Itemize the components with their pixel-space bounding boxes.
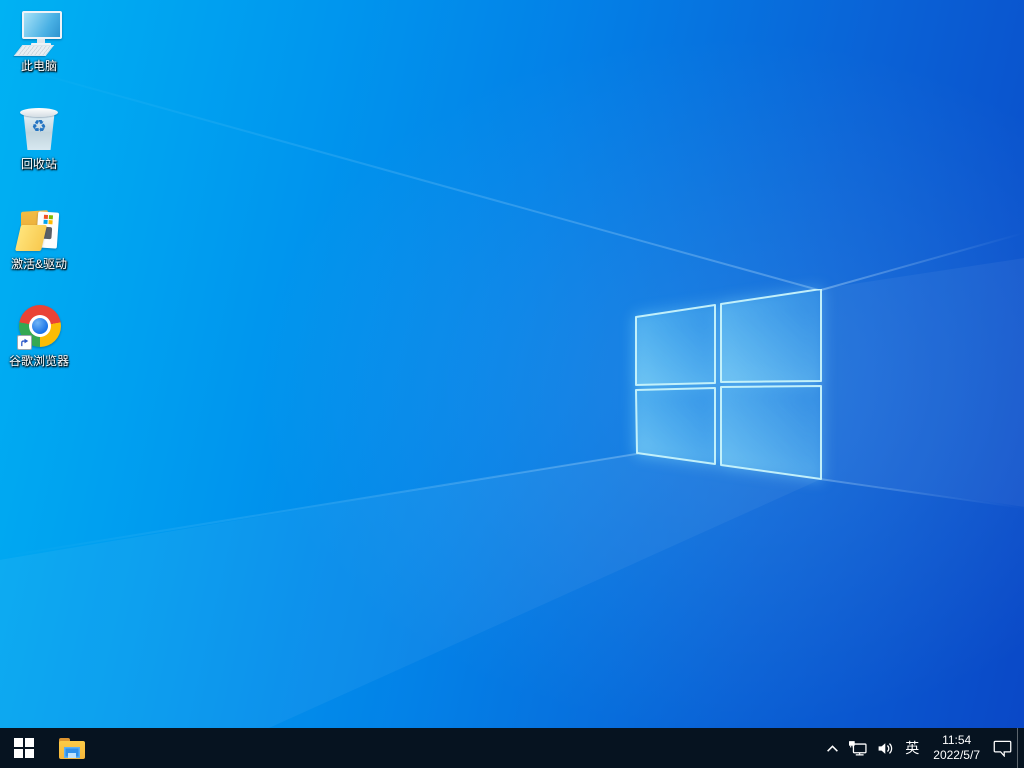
start-button[interactable]: [0, 728, 48, 768]
taskbar: 英 11:54 2022/5/7: [0, 728, 1024, 768]
wallpaper-light-beam: [0, 453, 820, 768]
clock-date: 2022/5/7: [933, 748, 980, 762]
windows-flag-logo: [635, 289, 822, 480]
shortcut-arrow-icon: [17, 335, 32, 350]
chevron-up-icon: [827, 744, 839, 752]
desktop-icon-label: 激活&驱动: [10, 257, 67, 271]
clock-time: 11:54: [942, 733, 972, 747]
network-button[interactable]: [844, 728, 872, 768]
system-tray: 英 11:54 2022/5/7: [821, 728, 1024, 768]
wallpaper-light-ray: [819, 478, 1024, 510]
volume-button[interactable]: [872, 728, 899, 768]
desktop-icon-recycle-bin[interactable]: ♻ 回收站: [1, 106, 77, 171]
speech-bubble-icon: [993, 740, 1012, 757]
wallpaper-light-ray: [0, 452, 638, 558]
desktop-icon-label: 谷歌浏览器: [8, 354, 69, 368]
recycle-bin-icon: ♻: [9, 106, 69, 154]
show-desktop-button[interactable]: [1017, 728, 1024, 768]
speaker-icon: [878, 742, 893, 754]
chrome-icon: [9, 303, 69, 351]
desktop-surface: 此电脑 ♻ 回收站 激活&驱动 谷歌浏览器 英 11:54 2022/5/7: [0, 0, 1024, 768]
taskbar-clock[interactable]: 11:54 2022/5/7: [925, 733, 988, 763]
windows-logo-icon: [14, 738, 34, 758]
file-explorer-button[interactable]: [48, 728, 96, 768]
windows-flag-mini-icon: [43, 214, 54, 225]
action-center-button[interactable]: [988, 728, 1017, 768]
open-folder-icon: [9, 206, 69, 254]
wallpaper-light-ray: [0, 62, 822, 292]
tray-expand-button[interactable]: [821, 728, 844, 768]
desktop-icon-label: 回收站: [20, 157, 57, 171]
wallpaper-light-ray: [820, 231, 1024, 291]
desktop-icon-google-chrome[interactable]: 谷歌浏览器: [1, 303, 77, 368]
desktop-icon-this-pc[interactable]: 此电脑: [1, 8, 77, 73]
this-pc-icon: [9, 8, 69, 56]
ime-indicator[interactable]: 英: [899, 728, 925, 768]
file-explorer-icon: [59, 737, 85, 759]
desktop-icon-label: 此电脑: [20, 59, 57, 73]
recycle-symbol-icon: ♻: [31, 117, 47, 137]
desktop-icon-activation-drivers[interactable]: 激活&驱动: [1, 206, 77, 271]
network-ethernet-icon: [849, 740, 867, 755]
wallpaper-light-beam: [819, 258, 1024, 507]
